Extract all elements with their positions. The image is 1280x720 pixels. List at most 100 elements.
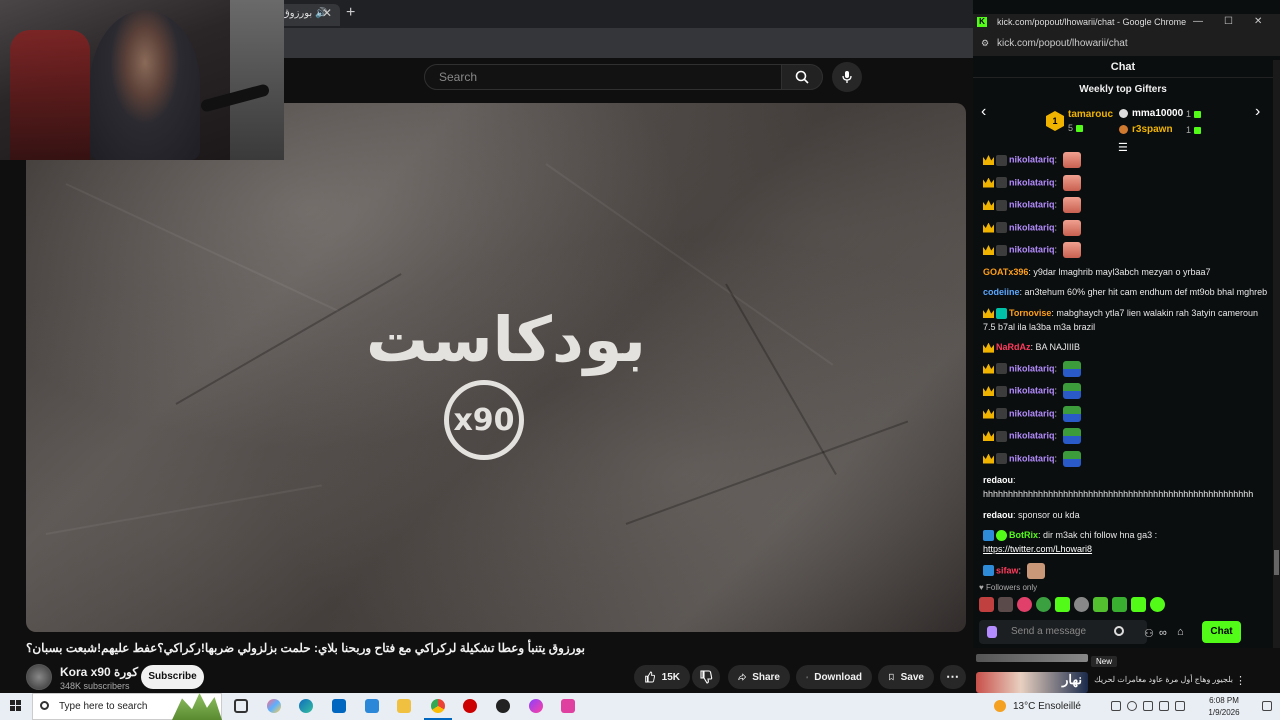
emote-icon[interactable] [1055, 597, 1070, 612]
clock-date[interactable]: 1/9/2026 [1203, 708, 1245, 717]
rank-badge: 1 [1046, 111, 1064, 131]
chat-username[interactable]: redaou [983, 510, 1013, 520]
mail-icon[interactable] [365, 699, 379, 713]
podcast-logo: بودكاست [366, 303, 646, 376]
store-icon[interactable] [332, 699, 346, 713]
hand-emote-icon [1062, 174, 1081, 191]
maximize-icon[interactable]: ☐ [1224, 16, 1233, 27]
emote-icon[interactable] [1150, 597, 1165, 612]
chat-username[interactable]: nikolatariq [1009, 430, 1055, 440]
emote-icon[interactable] [1093, 597, 1108, 612]
clock-time[interactable]: 6:08 PM [1207, 696, 1241, 705]
minimize-icon[interactable]: — [1193, 16, 1203, 27]
emote-icon[interactable] [1112, 597, 1127, 612]
video-title[interactable]: بلجيور وهاج أول مرة عاود مغامرات لحريك [1093, 674, 1233, 693]
language-icon[interactable] [1191, 701, 1201, 711]
tab-close-icon[interactable]: ✕ [322, 6, 332, 20]
obs-icon[interactable] [496, 699, 510, 713]
app-icon[interactable] [529, 699, 543, 713]
edge-icon[interactable] [299, 699, 313, 713]
emote-icon[interactable] [998, 597, 1013, 612]
network-icon[interactable] [1159, 701, 1169, 711]
gifter-name[interactable]: tamarouc [1068, 109, 1113, 120]
volume-icon[interactable] [1175, 701, 1185, 711]
chat-username[interactable]: nikolatariq [1009, 222, 1055, 232]
chat-link[interactable]: https://twitter.com/Lhowari8 [983, 544, 1092, 554]
notification-icon[interactable] [1262, 701, 1272, 711]
site-info-icon[interactable]: ⚙ [981, 38, 989, 49]
download-button[interactable]: Download [796, 665, 872, 689]
chrome-icon[interactable] [431, 699, 445, 713]
chat-username[interactable]: GOATx396 [983, 267, 1028, 277]
emote-icon[interactable] [1017, 597, 1032, 612]
user-badge-icon [996, 244, 1007, 256]
gifter-name[interactable]: r3spawn [1132, 124, 1173, 135]
voice-search-button[interactable] [832, 62, 862, 92]
folder-icon[interactable] [397, 699, 411, 713]
video-player[interactable]: بودكاست x90 [26, 103, 966, 632]
new-tab-icon[interactable]: + [346, 4, 355, 22]
app-icon[interactable] [561, 699, 575, 713]
app-icon[interactable] [463, 699, 477, 713]
tray-icon[interactable] [1111, 701, 1121, 711]
infinity-icon[interactable]: ∞ [1159, 627, 1167, 639]
chat-username[interactable]: redaou [983, 475, 1013, 485]
like-button[interactable]: 15K [634, 665, 690, 689]
chat-username[interactable]: nikolatariq [1009, 385, 1055, 395]
chat-send-button[interactable]: Chat [1202, 621, 1241, 643]
bot-badge-icon [983, 565, 994, 576]
save-button[interactable]: Save [878, 665, 934, 689]
channel-name[interactable]: Kora x90 كورة [60, 665, 138, 679]
scrollbar-thumb[interactable] [1274, 550, 1279, 575]
share-button[interactable]: Share [728, 665, 790, 689]
chat-message: codeiine: an3tehum 60% gher hit cam endh… [983, 287, 1268, 297]
gifter-name[interactable]: mma10000 [1132, 108, 1183, 119]
video-thumbnail[interactable]: نهار [976, 672, 1088, 693]
chat-username[interactable]: nikolatariq [1009, 244, 1055, 254]
emote-icon[interactable] [1074, 597, 1089, 612]
chat-username[interactable]: nikolatariq [1009, 177, 1055, 187]
emote-icon[interactable] [1036, 597, 1051, 612]
more-vert-icon[interactable]: ⋮ [1235, 674, 1246, 687]
emote-icon[interactable] [979, 597, 994, 612]
chat-username[interactable]: nikolatariq [1009, 408, 1055, 418]
weather-text[interactable]: 13°C Ensoleillé [1013, 701, 1081, 712]
hand-emote-icon [1062, 197, 1081, 213]
users-icon[interactable]: ⚇ [1144, 627, 1154, 640]
chat-text: y9dar lmaghrib mayl3abch mezyan o yrbaa7 [1033, 266, 1211, 277]
paper-crease [725, 283, 837, 476]
windows-start-icon[interactable] [10, 700, 22, 712]
url-bar[interactable]: ⚙ kick.com/popout/lhowarii/chat [973, 32, 1280, 56]
channel-avatar[interactable] [26, 664, 52, 690]
chat-username[interactable]: NaRdAz [996, 342, 1031, 352]
hand-emote-icon [1062, 219, 1081, 236]
copilot-icon[interactable] [267, 699, 281, 713]
thumbs-down-icon [700, 670, 713, 684]
search-input[interactable]: Search [424, 64, 782, 90]
subscribe-button[interactable]: Subscribe [141, 665, 204, 689]
more-actions-button[interactable]: ⋯ [940, 665, 966, 689]
chevron-right-icon[interactable]: › [1255, 103, 1260, 121]
chat-username[interactable]: nikolatariq [1009, 199, 1055, 209]
store-icon[interactable]: ⌂ [1177, 626, 1184, 638]
chat-username[interactable]: codeiine [983, 287, 1020, 297]
chat-username[interactable]: nikolatariq [1009, 154, 1055, 164]
video-thumbnail[interactable] [976, 654, 1088, 662]
close-icon[interactable]: ✕ [1254, 16, 1262, 27]
dislike-button[interactable] [692, 665, 720, 689]
emoji-picker-icon[interactable] [1114, 626, 1124, 636]
chat-username[interactable]: sifaw [996, 565, 1019, 575]
chat-username[interactable]: Tornovise [1009, 308, 1051, 318]
tray-icon[interactable] [1127, 701, 1137, 711]
chat-username[interactable]: nikolatariq [1009, 363, 1055, 373]
tray-icon[interactable] [1143, 701, 1153, 711]
chevron-left-icon[interactable]: ‹ [981, 103, 986, 121]
mic-icon[interactable] [987, 626, 997, 638]
task-view-icon[interactable] [234, 699, 248, 713]
search-button[interactable] [781, 64, 823, 90]
download-icon [806, 676, 808, 679]
emote-icon[interactable] [1131, 597, 1146, 612]
chat-message: GOATx396: y9dar lmaghrib mayl3abch mezya… [983, 266, 1211, 277]
chat-username[interactable]: nikolatariq [1009, 453, 1055, 463]
chat-username[interactable]: BotRix [1009, 530, 1038, 540]
